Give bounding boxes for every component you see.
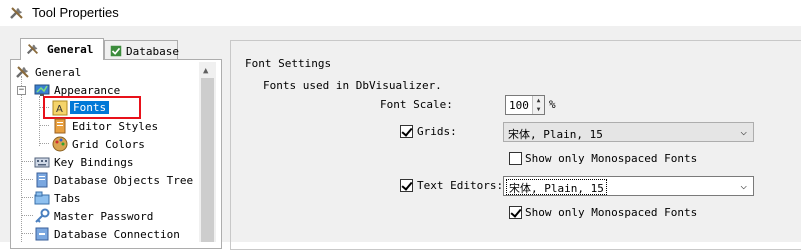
spinner-buttons[interactable]: ▲ ▼ bbox=[532, 96, 544, 114]
tabs-icon bbox=[34, 191, 50, 205]
section-title: Font Settings bbox=[245, 57, 332, 70]
chevron-down-icon: ⌵ bbox=[740, 179, 747, 192]
tools-icon bbox=[16, 66, 29, 78]
font-scale-value: 100 bbox=[509, 99, 529, 112]
grids-label: Grids: bbox=[417, 125, 457, 138]
editors-label: Text Editors: bbox=[417, 179, 504, 192]
tab-general-label: General bbox=[47, 43, 94, 56]
font-scale-unit: % bbox=[549, 98, 556, 111]
tree-label-database-objects-tree: Database Objects Tree bbox=[54, 174, 194, 187]
editors-font-value: 宋体, Plain, 15 bbox=[506, 179, 607, 195]
keyboard-icon bbox=[34, 157, 50, 168]
editor-icon bbox=[54, 118, 66, 134]
editors-mono-checkbox[interactable] bbox=[509, 206, 522, 219]
tree-label-editor-styles: Editor Styles bbox=[72, 120, 159, 133]
tab-general[interactable]: General bbox=[20, 38, 104, 60]
grids-checkbox[interactable] bbox=[400, 125, 413, 138]
tree-label-general: General bbox=[35, 66, 82, 79]
tab-database-label: Database bbox=[126, 45, 179, 58]
tree-label-database-connection: Database Connection bbox=[54, 228, 180, 241]
tools-icon bbox=[26, 44, 38, 55]
section-hint: Fonts used in DbVisualizer. bbox=[263, 79, 442, 92]
tab-database[interactable]: Database bbox=[104, 40, 179, 60]
collapse-toggle[interactable]: − bbox=[17, 86, 26, 95]
tree-label-key-bindings: Key Bindings bbox=[54, 156, 134, 169]
tree-label-tabs: Tabs bbox=[54, 192, 81, 205]
title-bar: Tool Properties bbox=[0, 0, 801, 26]
grids-font-select[interactable]: 宋体, Plain, 15 ⌵ bbox=[503, 122, 754, 142]
key-icon bbox=[35, 208, 50, 223]
tree-label-master-password: Master Password bbox=[54, 210, 154, 223]
window-title: Tool Properties bbox=[32, 5, 119, 20]
grids-mono-checkbox[interactable] bbox=[509, 152, 522, 165]
document-icon bbox=[36, 172, 48, 188]
chevron-down-icon: ⌵ bbox=[740, 125, 747, 138]
scroll-thumb[interactable] bbox=[201, 78, 214, 242]
tools-icon bbox=[10, 7, 23, 19]
editors-checkbox[interactable] bbox=[400, 179, 413, 192]
grids-mono-label: Show only Monospaced Fonts bbox=[525, 152, 698, 165]
editors-font-select[interactable]: 宋体, Plain, 15 ⌵ bbox=[503, 176, 754, 196]
scroll-up-icon[interactable]: ▲ bbox=[203, 66, 208, 76]
annotation-box bbox=[43, 96, 141, 119]
font-scale-spinner[interactable]: 100 ▲ ▼ bbox=[505, 95, 545, 115]
editors-mono-label: Show only Monospaced Fonts bbox=[525, 206, 698, 219]
font-scale-label: Font Scale: bbox=[380, 98, 453, 111]
palette-icon bbox=[52, 136, 68, 152]
tree-scrollbar[interactable]: ▲ bbox=[199, 62, 216, 242]
connection-icon bbox=[35, 227, 49, 241]
grids-font-value: 宋体, Plain, 15 bbox=[508, 128, 603, 141]
database-icon bbox=[110, 45, 122, 57]
tree-label-grid-colors: Grid Colors bbox=[72, 138, 145, 151]
